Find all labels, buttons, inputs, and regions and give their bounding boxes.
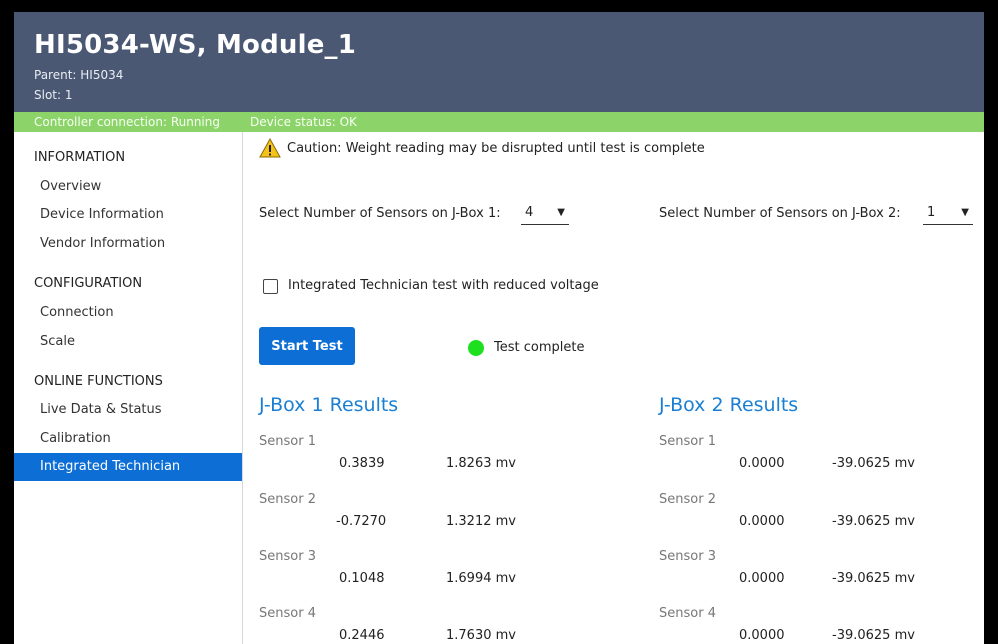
sidebar-item-live-data-status[interactable]: Live Data & Status: [40, 402, 162, 417]
sidebar-item-scale[interactable]: Scale: [40, 334, 75, 349]
jbox1-sensors-select[interactable]: 4 ▼: [521, 204, 569, 225]
jbox1-sensor-4-label: Sensor 4: [259, 606, 316, 621]
sidebar-item-overview[interactable]: Overview: [40, 179, 101, 194]
sidebar: INFORMATION Overview Device Information …: [14, 132, 243, 644]
app-window: HI5034-WS, Module_1 Parent: HI5034 Slot:…: [14, 12, 984, 644]
jbox2-sensor-4-label: Sensor 4: [659, 606, 716, 621]
jbox2-sensor-2-value: 0.0000: [739, 514, 785, 529]
jbox1-sensor-3-mv: 1.6994 mv: [446, 571, 516, 586]
sidebar-item-integrated-technician[interactable]: Integrated Technician: [14, 453, 242, 481]
jbox1-sensors-label: Select Number of Sensors on J-Box 1:: [259, 206, 501, 221]
jbox2-sensor-1-mv: -39.0625 mv: [832, 456, 915, 471]
caution-text: Caution: Weight reading may be disrupted…: [287, 140, 705, 156]
jbox2-sensor-3-label: Sensor 3: [659, 549, 716, 564]
jbox1-sensor-1-label: Sensor 1: [259, 434, 316, 449]
sidebar-section-configuration: CONFIGURATION: [34, 276, 143, 291]
jbox2-sensor-3-value: 0.0000: [739, 571, 785, 586]
reduced-voltage-label: Integrated Technician test with reduced …: [288, 278, 599, 293]
sidebar-section-online-functions: ONLINE FUNCTIONS: [34, 374, 163, 389]
main-panel: Caution: Weight reading may be disrupted…: [243, 132, 984, 644]
jbox2-sensor-2-label: Sensor 2: [659, 492, 716, 507]
status-bar: Controller connection: Running Device st…: [14, 112, 984, 132]
jbox2-sensor-1-value: 0.0000: [739, 456, 785, 471]
jbox1-sensor-2-mv: 1.3212 mv: [446, 514, 516, 529]
jbox2-sensor-4-value: 0.0000: [739, 628, 785, 643]
jbox2-sensor-4-mv: -39.0625 mv: [832, 628, 915, 643]
page-header: HI5034-WS, Module_1 Parent: HI5034 Slot:…: [14, 12, 984, 112]
chevron-down-icon: ▼: [961, 207, 969, 218]
sidebar-item-calibration[interactable]: Calibration: [40, 431, 111, 446]
device-status: Device status: OK: [250, 115, 357, 129]
jbox2-sensor-3-mv: -39.0625 mv: [832, 571, 915, 586]
warning-icon: [259, 138, 281, 158]
jbox2-sensor-1-label: Sensor 1: [659, 434, 716, 449]
slot-label: Slot: 1: [34, 88, 73, 102]
parent-label: Parent: HI5034: [34, 68, 124, 82]
sidebar-item-connection[interactable]: Connection: [40, 305, 114, 320]
test-status-text: Test complete: [494, 340, 585, 355]
jbox1-sensor-3-value: 0.1048: [339, 571, 385, 586]
jbox2-sensors-select[interactable]: 1 ▼: [923, 204, 973, 225]
jbox1-sensors-value: 4: [525, 205, 534, 220]
caution-message: Caution: Weight reading may be disrupted…: [259, 138, 705, 158]
test-status-indicator: [468, 340, 484, 356]
jbox1-sensor-2-label: Sensor 2: [259, 492, 316, 507]
jbox1-sensor-4-value: 0.2446: [339, 628, 385, 643]
jbox1-sensor-3-label: Sensor 3: [259, 549, 316, 564]
page-title: HI5034-WS, Module_1: [34, 30, 357, 60]
jbox1-results-title: J-Box 1 Results: [259, 394, 399, 416]
sidebar-item-device-information[interactable]: Device Information: [40, 207, 164, 222]
jbox2-results-title: J-Box 2 Results: [659, 394, 799, 416]
jbox1-sensor-4-mv: 1.7630 mv: [446, 628, 516, 643]
controller-connection-status: Controller connection: Running: [34, 115, 220, 129]
jbox1-sensor-2-value: -0.7270: [336, 514, 387, 529]
sidebar-item-vendor-information[interactable]: Vendor Information: [40, 236, 165, 251]
jbox1-sensor-1-mv: 1.8263 mv: [446, 456, 516, 471]
jbox2-sensors-label: Select Number of Sensors on J-Box 2:: [659, 206, 901, 221]
start-test-button[interactable]: Start Test: [259, 327, 355, 365]
sidebar-section-information: INFORMATION: [34, 150, 126, 165]
jbox1-sensor-1-value: 0.3839: [339, 456, 385, 471]
chevron-down-icon: ▼: [557, 207, 565, 218]
jbox2-sensors-value: 1: [927, 205, 936, 220]
jbox2-sensor-2-mv: -39.0625 mv: [832, 514, 915, 529]
reduced-voltage-checkbox[interactable]: [263, 279, 278, 294]
